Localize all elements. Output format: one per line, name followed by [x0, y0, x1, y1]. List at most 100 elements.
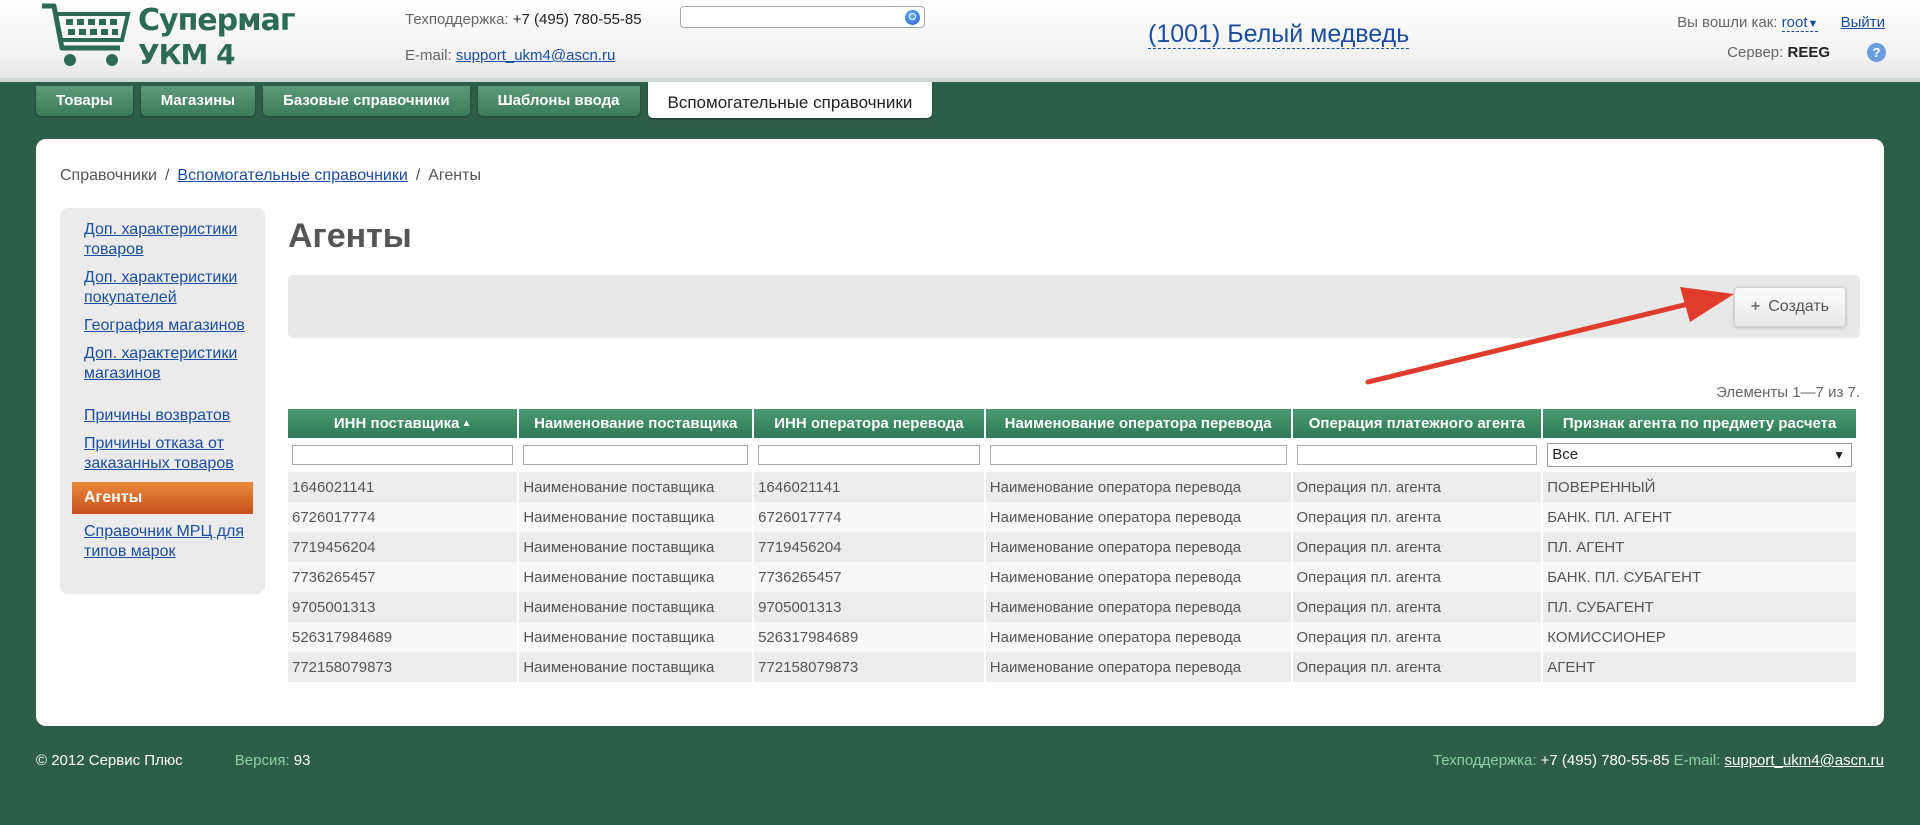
- column-header-supplier-name[interactable]: Наименование поставщика: [519, 409, 753, 438]
- tab-auxiliary-directories[interactable]: Вспомогательные справочники: [647, 82, 933, 118]
- column-header-supplier-inn[interactable]: ИНН поставщика ▲: [288, 409, 518, 438]
- plus-icon: +: [1750, 298, 1761, 315]
- filter-cell: [288, 438, 518, 472]
- cell-payment-operation: Операция пл. агента: [1292, 562, 1542, 592]
- cell-operator-name: Наименование оператора перевода: [985, 532, 1291, 562]
- header-email: E-mail: support_ukm4@ascn.ru: [405, 47, 615, 64]
- cell-operator-inn: 526317984689: [754, 622, 984, 652]
- login-info: Вы вошли как: root▼ Выйти: [1677, 14, 1885, 32]
- cell-operator-inn: 1646021141: [754, 472, 984, 502]
- column-header-payment-operation[interactable]: Операция платежного агента: [1292, 409, 1542, 438]
- sidebar-item-refusal-reasons[interactable]: Причины отказа от заказанных товаров: [60, 434, 265, 474]
- filter-operator-name-input[interactable]: [989, 445, 1287, 465]
- user-menu[interactable]: root▼: [1781, 14, 1819, 32]
- store-selector[interactable]: (1001) Белый медведь: [1148, 20, 1410, 49]
- breadcrumb-current: Агенты: [428, 167, 481, 184]
- filter-cell: [519, 438, 753, 472]
- filter-payment-operation-input[interactable]: [1296, 445, 1538, 465]
- footer-support-phone: +7 (495) 780-55-85: [1540, 752, 1670, 769]
- create-button[interactable]: + Создать: [1733, 287, 1846, 327]
- filter-supplier-name-input[interactable]: [523, 445, 749, 465]
- column-header-label: ИНН поставщика: [333, 415, 460, 432]
- filter-operator-inn-input[interactable]: [758, 445, 980, 465]
- sidebar-item-mrc-directory[interactable]: Справочник МРЦ для типов марок: [60, 522, 265, 562]
- cell-supplier-inn: 526317984689: [288, 622, 518, 652]
- table-row[interactable]: 9705001313 Наименование поставщика 97050…: [288, 592, 1856, 622]
- cell-payment-operation: Операция пл. агента: [1292, 532, 1542, 562]
- help-icon[interactable]: ?: [1867, 43, 1886, 62]
- table-row[interactable]: 6726017774 Наименование поставщика 67260…: [288, 502, 1856, 532]
- cell-supplier-name: Наименование поставщика: [519, 532, 753, 562]
- column-header-label: Признак агента по предмету расчета: [1562, 415, 1837, 432]
- sidebar-item-label: Доп. характеристики товаров: [84, 221, 238, 258]
- cell-supplier-name: Наименование поставщика: [519, 622, 753, 652]
- cell-supplier-inn: 6726017774: [288, 502, 518, 532]
- sidebar-item-store-geography[interactable]: География магазинов: [60, 316, 265, 336]
- column-header-operator-inn[interactable]: ИНН оператора перевода: [754, 409, 984, 438]
- version-info: Версия: 93: [235, 752, 311, 769]
- table-row[interactable]: 526317984689 Наименование поставщика 526…: [288, 622, 1856, 652]
- header-support: Техподдержка: +7 (495) 780-55-85: [405, 11, 642, 28]
- tab-goods[interactable]: Товары: [36, 86, 133, 116]
- cell-supplier-name: Наименование поставщика: [519, 652, 753, 682]
- table-row[interactable]: 7719456204 Наименование поставщика 77194…: [288, 532, 1856, 562]
- dropdown-arrow-icon: ▼: [1833, 448, 1845, 462]
- cell-agent-attribute: БАНК. ПЛ. АГЕНТ: [1543, 502, 1856, 532]
- cell-payment-operation: Операция пл. агента: [1292, 622, 1542, 652]
- logo-line2: УКМ 4: [138, 38, 236, 71]
- filter-row: Все ▼: [288, 438, 1856, 472]
- sidebar-item-agents[interactable]: Агенты: [72, 482, 253, 514]
- footer-right: Техподдержка: +7 (495) 780-55-85 E-mail:…: [1433, 752, 1884, 769]
- sidebar-item-label: Причины отказа от заказанных товаров: [84, 435, 234, 472]
- sidebar-item-store-characteristics[interactable]: Доп. характеристики магазинов: [60, 344, 265, 384]
- logo[interactable]: Супермаг УКМ 4: [40, 2, 296, 74]
- tab-stores[interactable]: Магазины: [140, 86, 256, 116]
- logo-line1: Супермаг: [138, 3, 296, 38]
- cell-agent-attribute: КОМИССИОНЕР: [1543, 622, 1856, 652]
- sidebar-item-label: Справочник МРЦ для типов марок: [84, 523, 245, 560]
- table-row[interactable]: 7736265457 Наименование поставщика 77362…: [288, 562, 1856, 592]
- filter-cell: [1292, 438, 1542, 472]
- sidebar-item-return-reasons[interactable]: Причины возвратов: [60, 406, 265, 426]
- filter-supplier-inn-input[interactable]: [292, 445, 514, 465]
- column-header-label: Наименование оператора перевода: [1004, 415, 1272, 432]
- column-header-label: Операция платежного агента: [1308, 415, 1526, 432]
- cell-operator-inn: 772158079873: [754, 652, 984, 682]
- filter-agent-attribute-select[interactable]: Все ▼: [1547, 443, 1852, 467]
- select-value: Все: [1552, 446, 1579, 463]
- breadcrumb-separator: /: [164, 167, 170, 184]
- email-link[interactable]: support_ukm4@ascn.ru: [456, 47, 615, 64]
- breadcrumb-section-link[interactable]: Вспомогательные справочники: [177, 167, 407, 184]
- table-body: Все ▼ 1646021141 Наименование поставщика …: [288, 438, 1856, 682]
- sidebar-item-label: Агенты: [84, 489, 143, 506]
- server-name: REEG: [1787, 44, 1830, 61]
- tab-base-directories[interactable]: Базовые справочники: [263, 86, 470, 116]
- sidebar-item-label: Доп. характеристики покупателей: [84, 269, 238, 306]
- sidebar-item-goods-characteristics[interactable]: Доп. характеристики товаров: [60, 220, 265, 260]
- app-header: Супермаг УКМ 4 Техподдержка: +7 (495) 78…: [0, 0, 1920, 82]
- main-nav: Товары Магазины Базовые справочники Шабл…: [36, 82, 933, 120]
- cell-payment-operation: Операция пл. агента: [1292, 592, 1542, 622]
- logged-in-label: Вы вошли как:: [1677, 14, 1778, 31]
- cell-operator-inn: 7736265457: [754, 562, 984, 592]
- search-input[interactable]: [680, 6, 925, 28]
- cart-logo-icon: [42, 3, 131, 66]
- column-header-agent-attribute[interactable]: Признак агента по предмету расчета: [1543, 409, 1856, 438]
- cell-operator-name: Наименование оператора перевода: [985, 592, 1291, 622]
- support-phone: +7 (495) 780-55-85: [512, 11, 642, 28]
- sidebar-item-customer-characteristics[interactable]: Доп. характеристики покупателей: [60, 268, 265, 308]
- search-icon[interactable]: [905, 10, 920, 25]
- tab-input-templates[interactable]: Шаблоны ввода: [477, 86, 640, 116]
- logout-link[interactable]: Выйти: [1841, 14, 1885, 31]
- page-title: Агенты: [288, 217, 412, 255]
- table-row[interactable]: 1646021141 Наименование поставщика 16460…: [288, 472, 1856, 502]
- table-row[interactable]: 772158079873 Наименование поставщика 772…: [288, 652, 1856, 682]
- version-label: Версия:: [234, 752, 290, 769]
- footer-email-link[interactable]: support_ukm4@ascn.ru: [1725, 752, 1884, 769]
- breadcrumb-separator: /: [415, 167, 421, 184]
- cell-agent-attribute: БАНК. ПЛ. СУБАГЕНТ: [1543, 562, 1856, 592]
- column-header-operator-name[interactable]: Наименование оператора перевода: [985, 409, 1291, 438]
- filter-cell: [754, 438, 984, 472]
- footer-support-label: Техподдержка:: [1432, 752, 1537, 769]
